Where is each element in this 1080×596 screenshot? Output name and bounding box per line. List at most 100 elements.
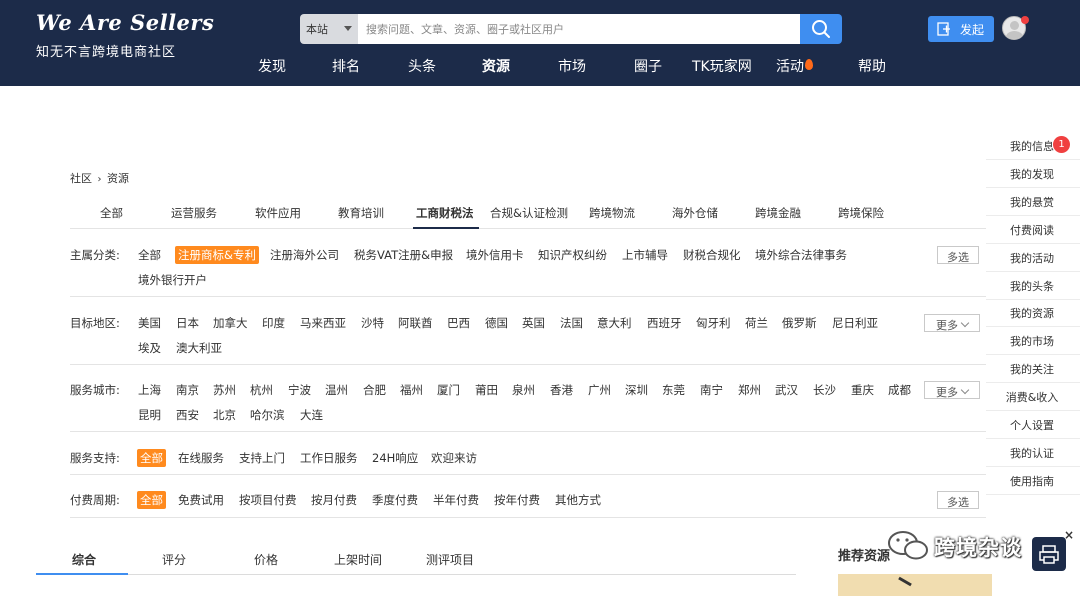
side-menu-item[interactable]: 我的关注 bbox=[984, 361, 1080, 377]
filter-option[interactable]: 上海 bbox=[138, 382, 161, 398]
filter-option[interactable]: 澳大利亚 bbox=[176, 340, 222, 356]
category-tab[interactable]: 教育培训 bbox=[338, 205, 384, 221]
filter-option[interactable]: 杭州 bbox=[250, 382, 273, 398]
side-menu-item[interactable]: 我的市场 bbox=[984, 333, 1080, 349]
filter-option[interactable]: 大连 bbox=[300, 407, 323, 423]
filter-option[interactable]: 季度付费 bbox=[372, 492, 418, 508]
filter-option[interactable]: 工作日服务 bbox=[300, 450, 358, 466]
post-button[interactable]: 发起 bbox=[928, 16, 994, 42]
site-logo-title[interactable]: We Are Sellers bbox=[36, 10, 214, 35]
category-tab[interactable]: 全部 bbox=[100, 205, 123, 221]
filter-option[interactable]: 阿联酋 bbox=[398, 315, 433, 331]
filter-option[interactable]: 哈尔滨 bbox=[250, 407, 285, 423]
filter-option[interactable]: 香港 bbox=[550, 382, 573, 398]
filter-more-button[interactable]: 更多 bbox=[924, 381, 980, 399]
filter-option[interactable]: 法国 bbox=[560, 315, 583, 331]
category-tab[interactable]: 跨境保险 bbox=[838, 205, 884, 221]
filter-option[interactable]: 成都 bbox=[888, 382, 911, 398]
filter-option[interactable]: 注册海外公司 bbox=[270, 247, 339, 263]
filter-multi-button[interactable]: 多选 bbox=[937, 246, 979, 264]
filter-option[interactable]: 温州 bbox=[325, 382, 348, 398]
nav-item[interactable]: TK玩家网 bbox=[692, 56, 752, 76]
filter-option[interactable]: 日本 bbox=[176, 315, 199, 331]
filter-option[interactable]: 全部 bbox=[137, 449, 166, 467]
side-menu-item[interactable]: 个人设置 bbox=[984, 417, 1080, 433]
sort-tab[interactable]: 价格 bbox=[254, 551, 278, 568]
side-menu-item[interactable]: 我的活动 bbox=[984, 250, 1080, 266]
side-menu-item[interactable]: 付费阅读 bbox=[984, 222, 1080, 238]
sort-tab[interactable]: 上架时间 bbox=[334, 551, 382, 568]
filter-option[interactable]: 美国 bbox=[138, 315, 161, 331]
search-input[interactable] bbox=[358, 14, 800, 44]
filter-option[interactable]: 长沙 bbox=[813, 382, 836, 398]
print-badge[interactable] bbox=[1032, 537, 1066, 571]
filter-option[interactable]: 武汉 bbox=[775, 382, 798, 398]
filter-option[interactable]: 财税合规化 bbox=[683, 247, 741, 263]
category-tab[interactable]: 合规&认证检测 bbox=[490, 205, 568, 221]
filter-option[interactable]: 全部 bbox=[137, 491, 166, 509]
search-scope-select[interactable]: 本站 bbox=[300, 14, 358, 44]
filter-option[interactable]: 俄罗斯 bbox=[782, 315, 817, 331]
filter-option[interactable]: 全部 bbox=[138, 247, 161, 263]
category-tab[interactable]: 海外仓储 bbox=[672, 205, 718, 221]
filter-option[interactable]: 宁波 bbox=[288, 382, 311, 398]
filter-option[interactable]: 广州 bbox=[588, 382, 611, 398]
category-tab[interactable]: 工商财税法 bbox=[416, 205, 474, 221]
nav-item[interactable]: 活动 bbox=[776, 56, 813, 76]
filter-option[interactable]: 注册商标&专利 bbox=[175, 246, 259, 264]
category-tab[interactable]: 软件应用 bbox=[255, 205, 301, 221]
filter-option[interactable]: 马来西亚 bbox=[300, 315, 346, 331]
close-icon[interactable]: × bbox=[1064, 528, 1074, 542]
side-menu-item[interactable]: 我的发现 bbox=[984, 166, 1080, 182]
filter-option[interactable]: 南宁 bbox=[700, 382, 723, 398]
side-menu-item[interactable]: 我的头条 bbox=[984, 278, 1080, 294]
nav-item[interactable]: 帮助 bbox=[858, 56, 886, 76]
nav-item[interactable]: 发现 bbox=[258, 56, 286, 76]
sort-tab[interactable]: 评分 bbox=[162, 551, 186, 568]
filter-option[interactable]: 匈牙利 bbox=[696, 315, 731, 331]
nav-item[interactable]: 资源 bbox=[482, 56, 510, 76]
side-menu-item[interactable]: 使用指南 bbox=[984, 473, 1080, 489]
filter-option[interactable]: 重庆 bbox=[851, 382, 874, 398]
filter-option[interactable]: 巴西 bbox=[447, 315, 470, 331]
filter-multi-button[interactable]: 多选 bbox=[937, 491, 979, 509]
filter-option[interactable]: 西班牙 bbox=[647, 315, 682, 331]
filter-option[interactable]: 按项目付费 bbox=[239, 492, 297, 508]
filter-option[interactable]: 欢迎来访 bbox=[431, 450, 477, 466]
side-menu-item[interactable]: 我的悬赏 bbox=[984, 194, 1080, 210]
filter-option[interactable]: 上市辅导 bbox=[622, 247, 668, 263]
filter-option[interactable]: 24H响应 bbox=[372, 450, 418, 466]
filter-option[interactable]: 加拿大 bbox=[213, 315, 248, 331]
recommend-thumbnail[interactable] bbox=[838, 574, 992, 596]
filter-option[interactable]: 在线服务 bbox=[178, 450, 224, 466]
category-tab[interactable]: 跨境物流 bbox=[589, 205, 635, 221]
side-menu-item[interactable]: 我的资源 bbox=[984, 305, 1080, 321]
filter-option[interactable]: 东莞 bbox=[662, 382, 685, 398]
filter-option[interactable]: 荷兰 bbox=[745, 315, 768, 331]
filter-option[interactable]: 其他方式 bbox=[555, 492, 601, 508]
filter-option[interactable]: 西安 bbox=[176, 407, 199, 423]
filter-option[interactable]: 境外综合法律事务 bbox=[755, 247, 847, 263]
filter-option[interactable]: 莆田 bbox=[475, 382, 498, 398]
filter-option[interactable]: 北京 bbox=[213, 407, 236, 423]
filter-option[interactable]: 免费试用 bbox=[178, 492, 224, 508]
filter-option[interactable]: 按月付费 bbox=[311, 492, 357, 508]
filter-option[interactable]: 尼日利亚 bbox=[832, 315, 878, 331]
side-menu-item[interactable]: 我的认证 bbox=[984, 445, 1080, 461]
search-button[interactable] bbox=[800, 14, 842, 44]
filter-option[interactable]: 南京 bbox=[176, 382, 199, 398]
category-tab[interactable]: 运营服务 bbox=[171, 205, 217, 221]
filter-option[interactable]: 德国 bbox=[485, 315, 508, 331]
filter-option[interactable]: 支持上门 bbox=[239, 450, 285, 466]
nav-item[interactable]: 头条 bbox=[408, 56, 436, 76]
filter-option[interactable]: 知识产权纠纷 bbox=[538, 247, 607, 263]
breadcrumb-current[interactable]: 资源 bbox=[107, 172, 129, 185]
filter-option[interactable]: 郑州 bbox=[738, 382, 761, 398]
filter-option[interactable]: 税务VAT注册&申报 bbox=[354, 247, 453, 263]
breadcrumb-root[interactable]: 社区 bbox=[70, 172, 92, 185]
filter-option[interactable]: 半年付费 bbox=[433, 492, 479, 508]
filter-option[interactable]: 深圳 bbox=[625, 382, 648, 398]
sort-tab[interactable]: 测评项目 bbox=[426, 551, 474, 568]
nav-item[interactable]: 排名 bbox=[332, 56, 360, 76]
filter-option[interactable]: 合肥 bbox=[363, 382, 386, 398]
